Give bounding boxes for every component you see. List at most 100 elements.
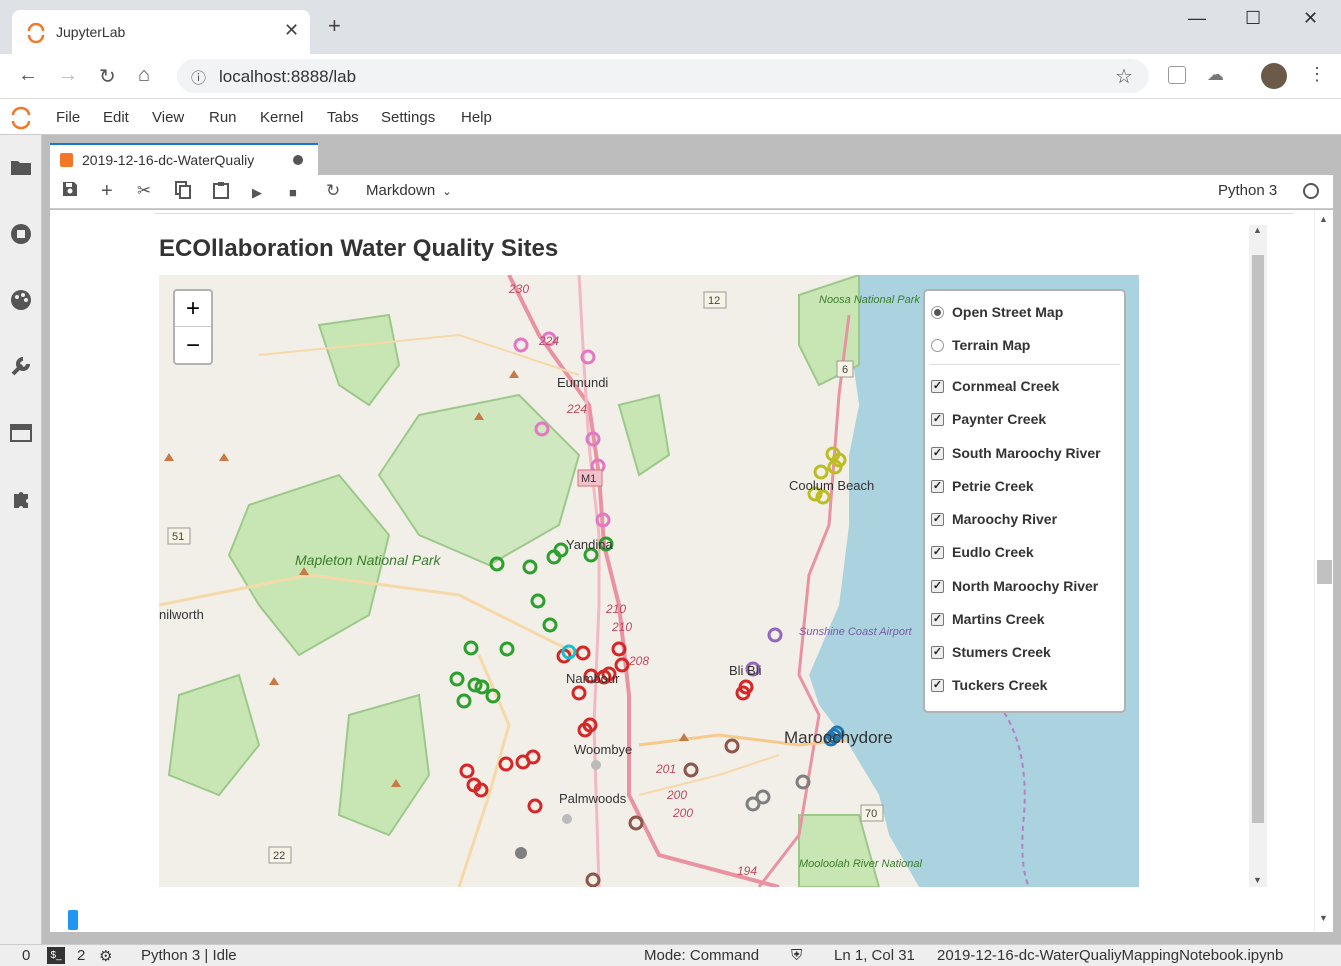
browser-tabstrip: JupyterLab ✕ + — ☐ ✕: [0, 0, 1341, 54]
overlay-stumers-creek[interactable]: ✓ Stumers Creek: [931, 641, 1051, 663]
scroll-down-icon[interactable]: ▼: [1253, 875, 1262, 885]
road-label: 208: [628, 654, 649, 668]
copy-icon[interactable]: [175, 181, 191, 204]
output-scrollbar[interactable]: ▲ ▼: [1249, 225, 1267, 887]
folder-icon[interactable]: [9, 155, 33, 179]
overlay-petrie-creek[interactable]: ✓ Petrie Creek: [931, 475, 1034, 497]
menu-edit[interactable]: Edit: [103, 109, 129, 126]
folium-map[interactable]: 12 6 51 70 22 M1 230 224 224 210 210 208…: [159, 275, 1139, 887]
menu-help[interactable]: Help: [461, 109, 492, 126]
menu-view[interactable]: View: [152, 109, 184, 126]
interrupt-icon[interactable]: ■: [289, 183, 297, 203]
scroll-down-icon[interactable]: ▼: [1319, 913, 1328, 923]
restart-icon[interactable]: ↻: [326, 181, 340, 201]
radio-selected-icon[interactable]: [931, 305, 944, 319]
checkbox-icon[interactable]: ✓: [931, 446, 944, 460]
terminal-icon[interactable]: $_: [47, 947, 65, 964]
cursor-position[interactable]: Ln 1, Col 31: [834, 947, 915, 964]
checkbox-icon[interactable]: ✓: [931, 512, 944, 526]
add-cell-icon[interactable]: +: [101, 181, 113, 201]
kernel-chip-icon[interactable]: ⚙: [99, 947, 112, 965]
park-label: Noosa National Park: [819, 294, 920, 306]
checkbox-icon[interactable]: ✓: [931, 545, 944, 559]
checkbox-icon[interactable]: ✓: [931, 579, 944, 593]
place-label: Woombye: [574, 742, 632, 757]
overlay-paynter-creek[interactable]: ✓ Paynter Creek: [931, 408, 1046, 430]
overlay-north-maroochy-river[interactable]: ✓ North Maroochy River: [931, 575, 1098, 597]
cell-type-select[interactable]: Markdown ⌄: [366, 182, 452, 199]
park-label: Mooloolah River National: [799, 858, 922, 870]
close-tab-icon[interactable]: ✕: [284, 20, 299, 41]
place-label: Palmwoods: [559, 791, 627, 806]
run-icon[interactable]: ▶: [252, 183, 262, 203]
forward-icon[interactable]: →: [58, 64, 78, 87]
menu-settings[interactable]: Settings: [381, 109, 435, 126]
checkbox-icon[interactable]: ✓: [931, 379, 944, 393]
bookmark-star-icon[interactable]: ☆: [1115, 64, 1133, 89]
stop-icon[interactable]: [9, 222, 33, 246]
place-label: Yandina: [566, 537, 614, 552]
url-text[interactable]: localhost:8888/lab: [219, 67, 356, 87]
omnibox[interactable]: ⓘ localhost:8888/lab ☆: [177, 59, 1149, 93]
extension-cloud-icon[interactable]: ☁: [1207, 65, 1224, 85]
paste-icon[interactable]: [213, 181, 229, 204]
checkbox-icon[interactable]: ✓: [931, 645, 944, 659]
kernels-count[interactable]: 2: [77, 947, 85, 964]
base-layer-terrain[interactable]: Terrain Map: [931, 334, 1030, 356]
minimize-icon[interactable]: —: [1188, 8, 1206, 29]
save-icon[interactable]: [62, 181, 78, 202]
overlay-eudlo-creek[interactable]: ✓ Eudlo Creek: [931, 541, 1034, 563]
overlay-martins-creek[interactable]: ✓ Martins Creek: [931, 608, 1045, 630]
zoom-out-button[interactable]: −: [175, 328, 211, 364]
checkbox-icon[interactable]: ✓: [931, 678, 944, 692]
overlay-maroochy-river[interactable]: ✓ Maroochy River: [931, 508, 1057, 530]
notebook-scrollbar[interactable]: ▲ ▼: [1314, 210, 1333, 932]
checkbox-icon[interactable]: ✓: [931, 612, 944, 626]
scrollbar-thumb[interactable]: [1252, 255, 1264, 823]
unsaved-dot-icon[interactable]: [293, 155, 303, 165]
menu-kernel[interactable]: Kernel: [260, 109, 303, 126]
zoom-in-button[interactable]: +: [175, 291, 211, 327]
browser-tab-title: JupyterLab: [56, 24, 126, 40]
browser-tab[interactable]: JupyterLab ✕: [12, 10, 310, 54]
checkbox-icon[interactable]: ✓: [931, 479, 944, 493]
menu-tabs[interactable]: Tabs: [327, 109, 359, 126]
overlay-cornmeal-creek[interactable]: ✓ Cornmeal Creek: [931, 375, 1059, 397]
scroll-up-icon[interactable]: ▲: [1253, 225, 1262, 235]
base-layer-osm[interactable]: Open Street Map: [931, 301, 1063, 323]
back-icon[interactable]: ←: [18, 64, 38, 87]
cut-icon[interactable]: ✂: [137, 181, 151, 201]
info-icon[interactable]: ⓘ: [191, 67, 206, 88]
reload-icon[interactable]: ↻: [99, 64, 116, 89]
kernel-name[interactable]: Python 3: [1218, 182, 1277, 199]
wrench-icon[interactable]: [9, 354, 33, 378]
overlay-south-maroochy-river[interactable]: ✓ South Maroochy River: [931, 442, 1101, 464]
home-icon[interactable]: ⌂: [138, 64, 150, 87]
radio-icon[interactable]: [931, 338, 944, 352]
tabs-icon[interactable]: [9, 421, 33, 445]
park-area: [377, 393, 581, 567]
maximize-icon[interactable]: ☐: [1245, 8, 1261, 29]
notebook-tab[interactable]: 2019-12-16-dc-WaterQualiy: [50, 143, 318, 175]
scroll-up-icon[interactable]: ▲: [1319, 214, 1328, 224]
road-label: 224: [566, 402, 587, 416]
scrollbar-thumb[interactable]: [1317, 560, 1332, 584]
active-cell-marker[interactable]: [68, 910, 78, 930]
menu-file[interactable]: File: [56, 109, 80, 126]
chrome-menu-icon[interactable]: ⋮: [1308, 64, 1326, 85]
trust-shield-icon[interactable]: ⛨: [791, 947, 802, 964]
menu-run[interactable]: Run: [209, 109, 237, 126]
overlay-tuckers-creek[interactable]: ✓ Tuckers Creek: [931, 674, 1047, 696]
kernel-status-icon: [1303, 183, 1319, 199]
terminals-count[interactable]: 0: [22, 947, 30, 964]
extension-pocket-icon[interactable]: [1168, 66, 1186, 84]
extension-icon[interactable]: [9, 487, 33, 511]
close-window-icon[interactable]: ✕: [1303, 8, 1318, 29]
profile-avatar[interactable]: [1261, 63, 1287, 89]
new-tab-icon[interactable]: +: [328, 15, 341, 37]
kernel-status[interactable]: Python 3 | Idle: [141, 947, 237, 964]
road-label: 51: [172, 531, 184, 543]
checkbox-icon[interactable]: ✓: [931, 412, 944, 426]
palette-icon[interactable]: [9, 288, 33, 312]
layer-control: Open Street Map Terrain Map ✓ Cornmeal Cr…: [923, 289, 1126, 713]
